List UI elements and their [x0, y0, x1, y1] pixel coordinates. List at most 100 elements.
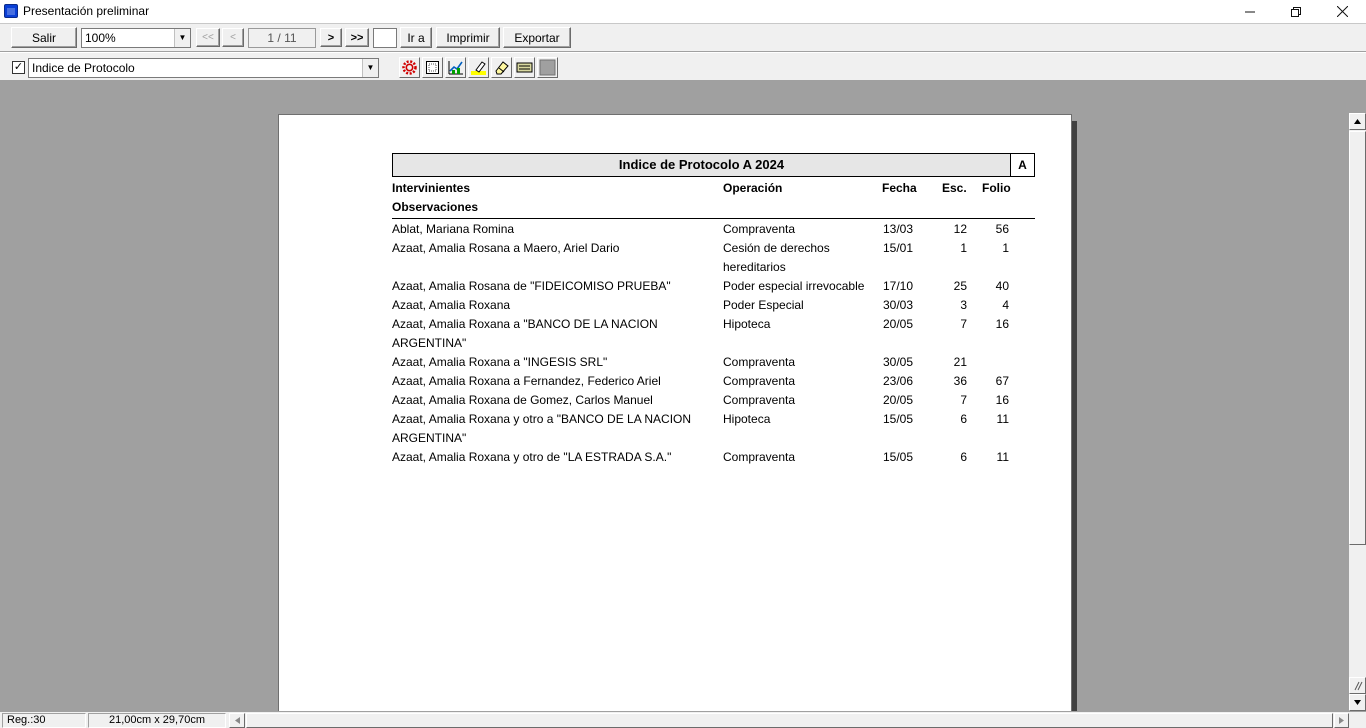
- row-fecha: 15/05: [883, 450, 914, 464]
- report-checkbox[interactable]: ✓: [12, 61, 25, 74]
- eraser-icon: [495, 61, 509, 75]
- row-esc: 6: [960, 450, 967, 464]
- row-fecha: 20/05: [883, 393, 914, 407]
- window-title: Presentación preliminar: [23, 4, 150, 18]
- arrow-left-icon: [234, 717, 240, 724]
- row-esc: 3: [960, 298, 967, 312]
- row-fecha: 30/03: [883, 298, 914, 312]
- page-size: 21,00cm x 29,70cm: [88, 713, 226, 728]
- settings-tool-button[interactable]: [399, 57, 420, 78]
- report-letter: A: [1010, 153, 1035, 177]
- row-intervinientes: Azaat, Amalia Rosana a Maero, Ariel Dari…: [392, 241, 620, 255]
- arrow-down-icon: [1354, 700, 1361, 705]
- last-page-button[interactable]: >>: [345, 28, 369, 47]
- scroll-gutter: [1349, 81, 1366, 113]
- row-fecha: 13/03: [883, 222, 914, 236]
- vertical-scrollbar[interactable]: [1349, 113, 1366, 711]
- row-intervinientes: Azaat, Amalia Roxana a "INGESIS SRL": [392, 355, 608, 369]
- close-button[interactable]: [1319, 0, 1365, 23]
- zoom-select[interactable]: 100% ▼: [81, 28, 191, 48]
- row-operacion: Hipoteca: [723, 412, 771, 426]
- grip-icon: [1354, 681, 1362, 690]
- row-fecha: 30/05: [883, 355, 914, 369]
- first-page-button[interactable]: <<: [196, 28, 220, 47]
- header-folio: Folio: [982, 181, 1011, 195]
- row-folio: 67: [995, 374, 1009, 388]
- row-intervinientes: Azaat, Amalia Roxana: [392, 298, 511, 312]
- row-operacion: Poder especial irrevocable: [723, 279, 865, 293]
- zoom-value: 100%: [85, 31, 116, 45]
- report-select[interactable]: Indice de Protocolo ▼: [28, 58, 379, 78]
- status-bar: Reg.:30 21,00cm x 29,70cm: [0, 711, 1366, 728]
- minimize-button[interactable]: [1227, 0, 1273, 23]
- page-setup-tool-button[interactable]: [422, 57, 443, 78]
- exit-button[interactable]: Salir: [11, 27, 77, 48]
- row-esc: 7: [960, 317, 967, 331]
- scroll-right-button[interactable]: [1334, 713, 1349, 728]
- row-esc: 12: [953, 222, 967, 236]
- row-folio: 16: [995, 393, 1009, 407]
- row-folio: 11: [996, 450, 1009, 464]
- row-folio: 56: [995, 222, 1009, 236]
- chart-tool-button[interactable]: [445, 57, 466, 78]
- horizontal-scrollbar[interactable]: [229, 713, 1349, 728]
- arrow-right-icon: [1339, 717, 1344, 724]
- color-tool-button[interactable]: [537, 57, 558, 78]
- row-fecha: 15/05: [883, 412, 914, 426]
- scroll-up-button[interactable]: [1349, 113, 1366, 130]
- row-operacion-cont: hereditarios: [723, 260, 786, 274]
- row-fecha: 23/06: [883, 374, 914, 388]
- row-esc: 36: [953, 374, 967, 388]
- row-folio: 16: [995, 317, 1009, 331]
- scroll-down-button[interactable]: [1349, 694, 1366, 711]
- print-button[interactable]: Imprimir: [436, 27, 500, 48]
- app-icon: [4, 4, 18, 18]
- row-intervinientes: Azaat, Amalia Rosana de "FIDEICOMISO PRU…: [392, 279, 671, 293]
- row-folio: 4: [1002, 298, 1009, 312]
- row-operacion: Compraventa: [723, 450, 796, 464]
- report-select-value: Indice de Protocolo: [32, 61, 135, 75]
- row-intervinientes: Azaat, Amalia Roxana y otro a "BANCO DE …: [392, 412, 692, 426]
- chart-icon: [448, 61, 463, 75]
- page-indicator: 1 / 11: [248, 28, 316, 48]
- title-bar: Presentación preliminar: [0, 0, 1366, 23]
- preview-area: Indice de Protocolo A 2024 A Intervinien…: [0, 81, 1349, 711]
- fields-icon: [516, 62, 533, 73]
- restore-button[interactable]: [1273, 0, 1319, 23]
- arrow-up-icon: [1354, 119, 1361, 124]
- fields-tool-button[interactable]: [514, 57, 535, 78]
- page-setup-icon: [426, 61, 439, 74]
- row-folio: 40: [995, 279, 1009, 293]
- row-intervinientes: Ablat, Mariana Romina: [392, 222, 515, 236]
- color-icon: [539, 59, 556, 76]
- header-operacion: Operación: [723, 181, 783, 195]
- row-operacion: Compraventa: [723, 393, 796, 407]
- row-esc: 25: [953, 279, 967, 293]
- prev-page-button[interactable]: <: [222, 28, 244, 47]
- row-operacion: Compraventa: [723, 355, 796, 369]
- report-page: Indice de Protocolo A 2024 A Intervinien…: [278, 114, 1072, 711]
- row-fecha: 15/01: [883, 241, 914, 255]
- row-fecha: 17/10: [883, 279, 914, 293]
- horizontal-thumb[interactable]: [246, 713, 1333, 728]
- row-intervinientes: Azaat, Amalia Roxana a "BANCO DE LA NACI…: [392, 317, 658, 331]
- row-intervinientes-cont: ARGENTINA": [392, 336, 467, 350]
- scroll-thumb[interactable]: [1349, 131, 1366, 545]
- chevron-down-icon: ▼: [362, 59, 378, 77]
- goto-button[interactable]: Ir a: [400, 27, 432, 48]
- highlighter-tool-button[interactable]: [468, 57, 489, 78]
- next-page-button[interactable]: >: [320, 28, 342, 47]
- row-esc: 21: [953, 355, 967, 369]
- scroll-left-button[interactable]: [229, 713, 245, 728]
- resize-grip[interactable]: [1349, 677, 1366, 694]
- row-intervinientes: Azaat, Amalia Roxana de Gomez, Carlos Ma…: [392, 393, 653, 407]
- eraser-tool-button[interactable]: [491, 57, 512, 78]
- navigation-toolbar: Salir 100% ▼ << < 1 / 11 > >> Ir a Impri…: [0, 23, 1366, 52]
- export-button[interactable]: Exportar: [503, 27, 571, 48]
- highlighter-icon: [471, 61, 486, 75]
- row-operacion: Compraventa: [723, 222, 796, 236]
- row-esc: 1: [960, 241, 967, 255]
- row-fecha: 20/05: [883, 317, 914, 331]
- goto-page-input[interactable]: [373, 28, 397, 48]
- row-intervinientes-cont: ARGENTINA": [392, 431, 467, 445]
